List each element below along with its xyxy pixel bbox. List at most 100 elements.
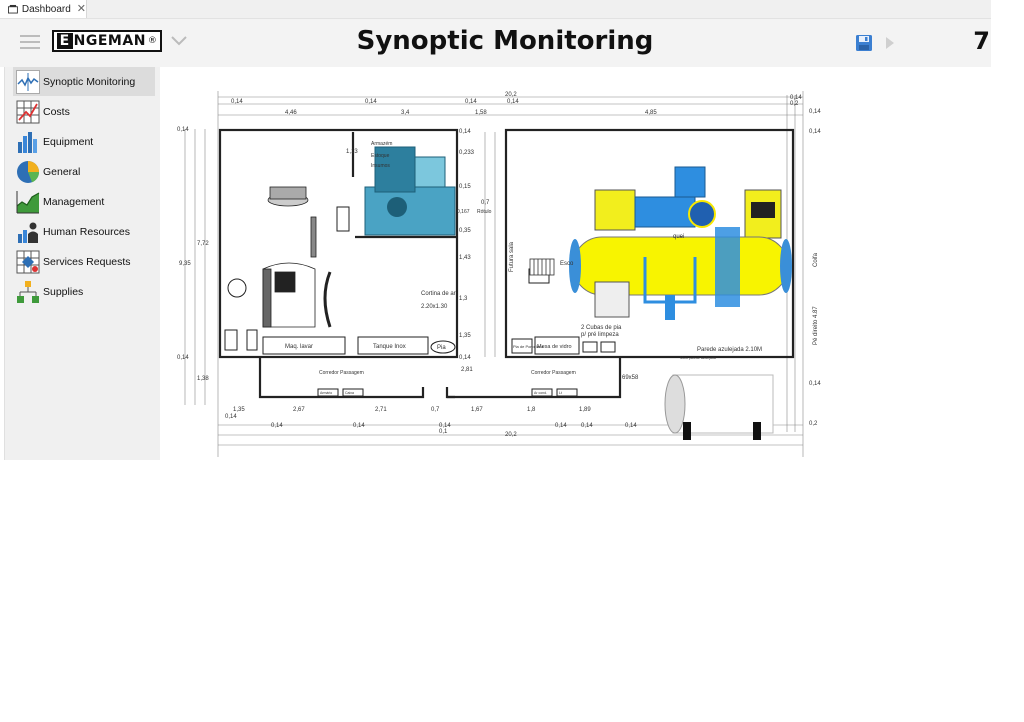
synoptic-floor-plan-panel: 20,2 0,14 4,46 0,14 3,4 0,14 1,58 0,14 4…: [160, 67, 991, 460]
header: E NGEMAN ® Synoptic Monitoring 7: [0, 19, 991, 67]
label-coifa: Coifa: [813, 252, 819, 267]
dim-top-b: 4,46: [285, 110, 297, 116]
dim-top-c: 0,14: [365, 99, 377, 105]
engeman-logo: E NGEMAN ®: [52, 30, 162, 52]
sidebar: Synoptic Monitoring Costs Equipment Gene…: [4, 67, 161, 460]
page-title: Synoptic Monitoring: [356, 26, 654, 56]
label-cortina-dim: 2.20x1.30: [421, 304, 448, 310]
tab-dashboard[interactable]: Dashboard ✕: [0, 0, 87, 18]
dim-bot-h: 0,14: [271, 423, 283, 429]
label-cubas-2: p/ pré limpeza: [581, 332, 619, 338]
synoptic-icon: [16, 69, 40, 94]
dim-bot-o: 2,81: [461, 367, 473, 373]
label-pe-direito: Pé direito 4.87: [813, 306, 819, 345]
dim-top-h: 4,85: [645, 110, 657, 116]
dim-bot-i: 0,14: [353, 423, 365, 429]
costs-grid-icon: [16, 100, 40, 123]
label-cubas-1: 2 Cubas de pia: [581, 325, 622, 331]
sidebar-item-label: Costs: [43, 105, 70, 118]
sidebar-item-management[interactable]: Management: [13, 187, 155, 216]
dim-top-g: 0,14: [507, 99, 519, 105]
sidebar-item-synoptic-monitoring[interactable]: Synoptic Monitoring: [13, 67, 155, 96]
dim-mid-g: 1,3: [459, 296, 468, 302]
left-tank-equipment: [262, 186, 332, 328]
grate-icon: [529, 258, 555, 276]
dim-mid-c: 0,15: [459, 184, 471, 190]
label-armario-1: Armário: [320, 391, 332, 395]
dim-top-total: 20,2: [505, 92, 517, 98]
dim-left-a: 0,14: [177, 127, 189, 133]
dashboard-tab-icon: [8, 4, 18, 14]
dim-mid-e: 0,35: [459, 228, 471, 234]
label-rotulo: Rótulo: [477, 209, 492, 215]
save-icon[interactable]: [855, 34, 873, 52]
dim-left-f: 0,14: [225, 414, 237, 420]
sidebar-item-label: Human Resources: [43, 225, 130, 238]
label-mancha-3: Insumos: [371, 163, 390, 169]
dim-mid-b: 0,233: [459, 150, 475, 156]
sidebar-item-label: Management: [43, 195, 105, 208]
dim-right-b: 0,14: [809, 129, 821, 135]
management-area-chart-icon: [16, 190, 40, 213]
floor-plan-drawing: 20,2 0,14 4,46 0,14 3,4 0,14 1,58 0,14 4…: [177, 91, 821, 457]
dim-bot-g: 1,89: [579, 407, 591, 413]
label-corredor-1: Corredor Passagem: [319, 370, 364, 376]
sidebar-item-label: Equipment: [43, 135, 94, 148]
dim-mid-j: 1,13: [346, 149, 358, 155]
tab-label: Dashboard: [21, 3, 71, 15]
play-next-icon[interactable]: [885, 36, 895, 50]
dim-top-e: 0,14: [465, 99, 477, 105]
equipment-bar-icon: [18, 131, 37, 153]
dim-mid-a: 0,14: [459, 129, 471, 135]
label-69x58: 69x58: [622, 375, 639, 381]
label-mesa-vidro: Mesa de vidro: [537, 344, 572, 350]
dim-top-f: 1,58: [475, 110, 487, 116]
dim-bot-c: 2,71: [375, 407, 387, 413]
dim-bot-b: 2,67: [293, 407, 305, 413]
dim-mid-f: 1,43: [459, 255, 471, 261]
tab-close-icon[interactable]: ✕: [77, 4, 86, 15]
label-0167: 0,167: [457, 209, 470, 215]
hamburger-menu-icon[interactable]: [20, 35, 40, 49]
label-futura-sala: Futura sala: [509, 241, 515, 272]
dim-right-d: 0,2: [809, 421, 818, 427]
dim-left-b: 7,72: [197, 241, 209, 247]
sidebar-item-services-requests[interactable]: Services Requests: [13, 247, 155, 276]
dim-left-e: 1,38: [197, 376, 209, 382]
dim-right-c: 0,14: [809, 381, 821, 387]
dim-top-a: 0,14: [231, 99, 243, 105]
external-boiler-equipment: [664, 374, 774, 440]
sidebar-item-general[interactable]: General: [13, 157, 155, 186]
human-resources-icon: [18, 222, 38, 243]
label-tanque-inox: Tanque Inox: [373, 344, 406, 350]
sidebar-item-label: Synoptic Monitoring: [43, 75, 136, 88]
sidebar-item-equipment[interactable]: Equipment: [13, 127, 155, 156]
sidebar-item-human-resources[interactable]: Human Resources: [13, 217, 155, 246]
dim-bot-m: 0,14: [581, 423, 593, 429]
sidebar-item-label: Services Requests: [43, 255, 131, 268]
sidebar-item-label: General: [43, 165, 81, 178]
label-corredor-2: Corredor Passagem: [531, 370, 576, 376]
left-compressor-equipment: [364, 146, 456, 236]
label-maq-lavar: Maq. lavar: [285, 344, 313, 350]
supplies-hierarchy-icon: [17, 280, 39, 303]
label-quei: quei: [673, 234, 684, 240]
dim-right-a: 0,14: [809, 109, 821, 115]
dim-bot-n: 0,14: [625, 423, 637, 429]
sidebar-item-label: Supplies: [43, 285, 84, 298]
dim-left-d: 0,14: [177, 355, 189, 361]
sidebar-item-supplies[interactable]: Supplies: [13, 277, 155, 306]
right-tank-equipment: [569, 166, 792, 320]
dim-bot-e: 1,67: [471, 407, 483, 413]
label-ar-cond: Ar cond.: [534, 391, 547, 395]
dim-left-c: 9,35: [179, 261, 191, 267]
label-cortina: Cortina de ar: [421, 291, 456, 297]
dim-mid-h: 1,35: [459, 333, 471, 339]
chevron-down-icon[interactable]: [170, 33, 188, 47]
sidebar-item-costs[interactable]: Costs: [13, 97, 155, 126]
dim-bot-l: 0,14: [555, 423, 567, 429]
dim-bottom-total: 20,2: [505, 432, 517, 438]
dim-mid-i: 0,14: [459, 355, 471, 361]
counter-value: 7: [973, 27, 990, 55]
dim-bot-k: 0,1: [439, 429, 448, 435]
